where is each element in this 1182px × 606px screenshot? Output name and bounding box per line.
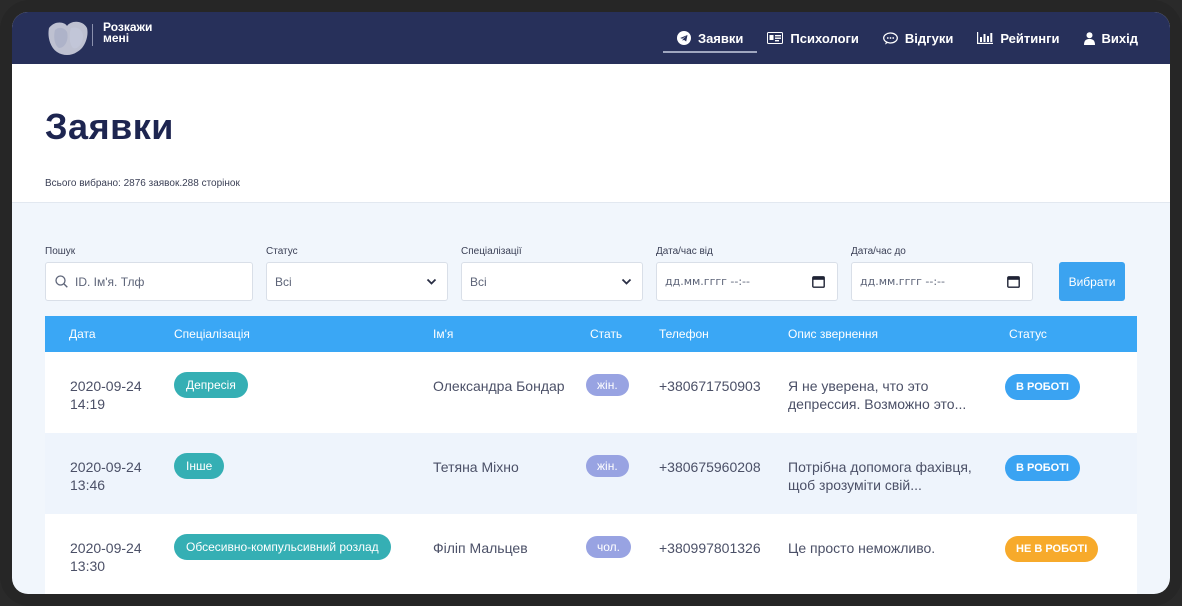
row-description: Це просто неможливо. [788, 539, 935, 557]
nav-item-requests[interactable]: Заявки [662, 12, 758, 64]
nav-label-psychologists: Психологи [790, 30, 859, 46]
logo-icon[interactable] [45, 18, 89, 58]
specialization-badge: Інше [174, 453, 225, 479]
date-from-label: Дата/час від [656, 246, 713, 257]
column-header-status[interactable]: Статус [1009, 327, 1047, 341]
row-date-day: 2020-09-24 [70, 540, 142, 556]
calendar-icon[interactable] [1007, 275, 1020, 288]
nav-menu: Заявки Психологи Відгуки Рейтинги Вихід [653, 12, 1138, 64]
logo-separator [92, 24, 93, 46]
page-header: Заявки Всього вибрано: 2876 заявок.288 с… [12, 64, 1170, 203]
nav-label-requests: Заявки [697, 30, 744, 46]
status-label: Статус [266, 246, 298, 257]
column-header-sex[interactable]: Стать [590, 327, 622, 341]
nav-label-ratings: Рейтинги [1000, 30, 1060, 46]
nav-item-psychologists[interactable]: Психологи [767, 12, 859, 64]
results-summary: Всього вибрано: 2876 заявок.288 сторінок [45, 178, 240, 189]
date-to-value: дд.мм.гггг --:-- [860, 275, 945, 288]
apply-filter-button[interactable]: Вибрати [1059, 262, 1125, 301]
row-date-time: 14:19 [70, 396, 106, 412]
row-name: Тетяна Міхно [433, 459, 519, 475]
table-row[interactable]: 2020-09-24 13:30 Обсесивно-компульсивний… [45, 514, 1137, 594]
row-date-time: 13:46 [70, 477, 106, 493]
chevron-down-icon [621, 278, 632, 285]
row-phone: +380675960208 [659, 459, 761, 475]
page-title: Заявки [45, 106, 174, 147]
specialization-badge: Обсесивно-компульсивний розлад [174, 534, 391, 560]
column-header-date[interactable]: Дата [69, 327, 96, 341]
device-frame: Розкажи мені Заявки Психологи Відгуки Ре… [0, 0, 1182, 606]
row-description-line-2: депрессия. Возможно это... [788, 396, 967, 412]
specialization-badge: Депресія [174, 372, 248, 398]
id-card-icon [767, 32, 784, 44]
row-phone: +380997801326 [659, 540, 761, 556]
status-badge[interactable]: В РОБОТІ [1005, 455, 1080, 481]
search-label: Пошук [45, 246, 76, 257]
logo-line-2: мені [103, 31, 130, 45]
top-navbar: Розкажи мені Заявки Психологи Відгуки Ре… [12, 12, 1170, 64]
date-from-value: дд.мм.гггг --:-- [665, 275, 750, 288]
row-date: 2020-09-24 13:46 [70, 458, 142, 494]
table-row[interactable]: 2020-09-24 13:46 Інше Тетяна Міхно жін. … [45, 433, 1137, 514]
sex-badge: жін. [586, 455, 629, 477]
specialization-select[interactable]: Всі [461, 262, 643, 301]
specialization-label: Спеціалізації [461, 246, 522, 257]
nav-item-reviews[interactable]: Відгуки [882, 12, 954, 64]
calendar-icon[interactable] [812, 275, 825, 288]
search-icon [55, 275, 68, 288]
row-description: Я не уверена, что это депрессия. Возможн… [788, 377, 966, 413]
row-date-time: 13:30 [70, 558, 106, 574]
search-input[interactable]: ID. Ім'я. Тлф [45, 262, 253, 301]
row-date-day: 2020-09-24 [70, 378, 142, 394]
column-header-phone[interactable]: Телефон [659, 327, 709, 341]
row-description-line-2: щоб зрозуміти свій... [788, 477, 922, 493]
app-screen: Розкажи мені Заявки Психологи Відгуки Ре… [12, 12, 1170, 594]
column-header-description[interactable]: Опис звернення [788, 327, 878, 341]
bar-chart-icon [977, 32, 994, 44]
row-name: Олександра Бондар [433, 378, 565, 394]
row-name: Філіп Мальцев [433, 540, 528, 556]
row-date: 2020-09-24 13:30 [70, 539, 142, 575]
nav-item-ratings[interactable]: Рейтинги [977, 12, 1060, 64]
chat-bubble-icon [882, 31, 898, 45]
sex-badge: жін. [586, 374, 629, 396]
row-description-line-1: Це просто неможливо. [788, 540, 936, 556]
row-phone: +380671750903 [659, 378, 761, 394]
status-select-value: Всі [275, 274, 292, 289]
sex-badge: чол. [586, 536, 631, 558]
status-select[interactable]: Всі [266, 262, 448, 301]
chevron-down-icon [426, 278, 437, 285]
logo-text[interactable]: Розкажи мені [103, 21, 173, 45]
table-row[interactable]: 2020-09-24 14:19 Депресія Олександра Бон… [45, 352, 1137, 433]
date-to-input[interactable]: дд.мм.гггг --:-- [851, 262, 1033, 301]
table-header: Дата Спеціалізація Ім'я Стать Телефон Оп… [45, 316, 1137, 352]
row-description-line-1: Потрібна допомога фахівця, [788, 459, 972, 475]
row-date: 2020-09-24 14:19 [70, 377, 142, 413]
row-date-day: 2020-09-24 [70, 459, 142, 475]
date-from-input[interactable]: дд.мм.гггг --:-- [656, 262, 838, 301]
row-description: Потрібна допомога фахівця, щоб зрозуміти… [788, 458, 972, 494]
user-icon [1083, 31, 1095, 45]
telegram-icon [676, 31, 691, 45]
nav-label-logout: Вихід [1101, 30, 1138, 46]
nav-label-reviews: Відгуки [904, 30, 954, 46]
status-badge[interactable]: В РОБОТІ [1005, 374, 1080, 400]
date-to-label: Дата/час до [851, 246, 906, 257]
search-placeholder: ID. Ім'я. Тлф [75, 274, 145, 289]
row-description-line-1: Я не уверена, что это [788, 378, 929, 394]
column-header-specialization[interactable]: Спеціалізація [174, 327, 250, 341]
specialization-select-value: Всі [470, 274, 487, 289]
column-header-name[interactable]: Ім'я [433, 327, 453, 341]
status-badge[interactable]: НЕ В РОБОТІ [1005, 536, 1099, 562]
nav-item-logout[interactable]: Вихід [1083, 12, 1138, 64]
